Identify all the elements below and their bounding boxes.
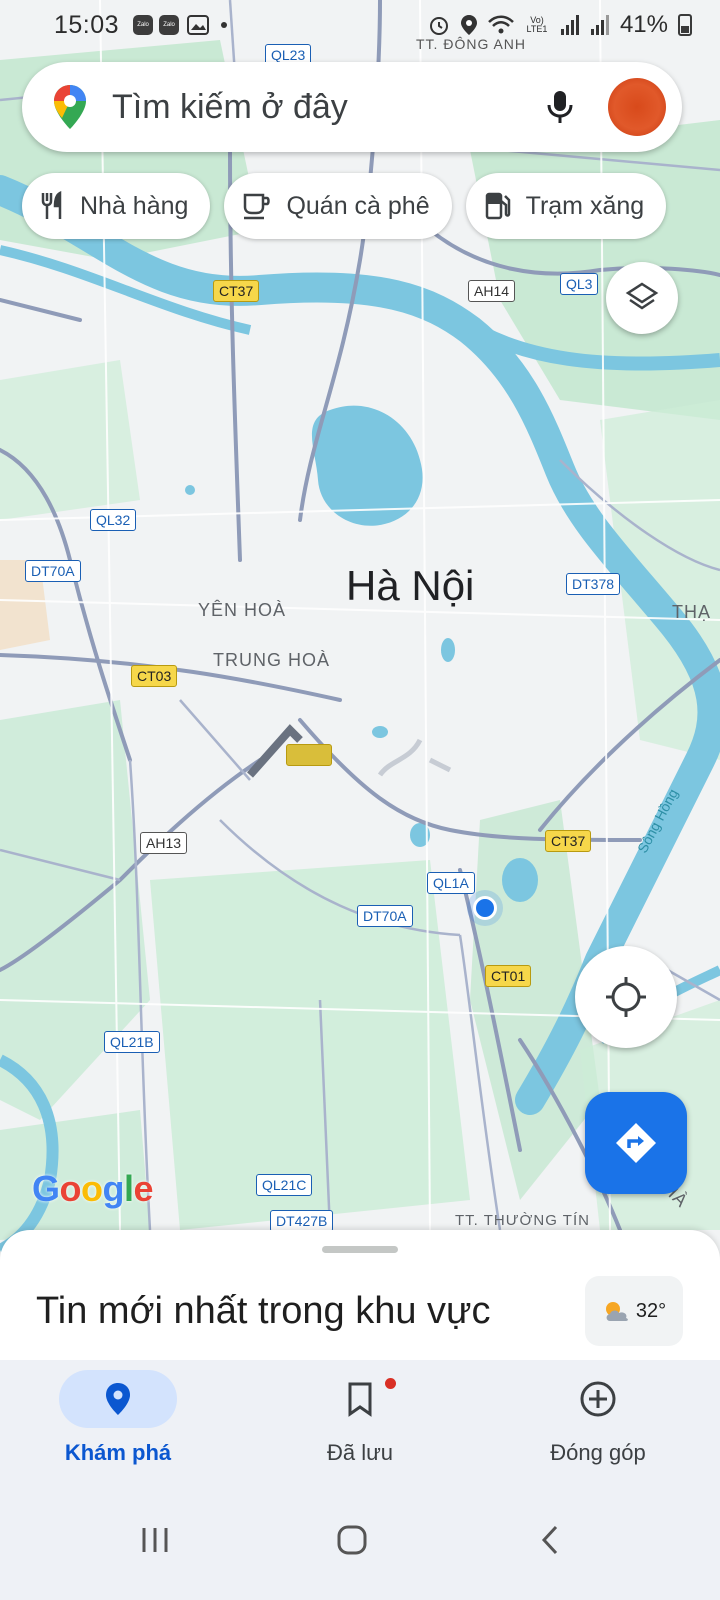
nav-explore-pill: [59, 1370, 177, 1428]
road-shield-ah13: AH13: [140, 832, 188, 854]
nav-saved[interactable]: Đã lưu: [280, 1370, 440, 1466]
map-label-tha: THẠ: [672, 602, 711, 622]
search-bar[interactable]: Tìm kiếm ở đây: [22, 62, 682, 152]
location-status-icon: [460, 15, 477, 35]
map-city-label: Hà Nội: [346, 562, 475, 609]
chip-label: Nhà hàng: [80, 191, 189, 220]
chip-restaurants[interactable]: Nhà hàng: [22, 173, 211, 239]
location-pin-icon: [106, 1383, 130, 1415]
nav-saved-pill: [301, 1370, 419, 1428]
road-shield-dt70a: DT70A: [25, 560, 81, 582]
status-time: 15:03: [54, 10, 120, 39]
road-shield-dt378: DT378: [566, 573, 621, 595]
recent-apps-button[interactable]: [125, 1510, 185, 1570]
sheet-title: Tin mới nhất trong khu vực: [36, 1290, 491, 1332]
google-maps-pin-icon: [54, 85, 86, 129]
battery-icon: [678, 14, 692, 36]
gallery-notification-icon: [187, 15, 210, 35]
chip-label: Trạm xăng: [525, 191, 645, 220]
microphone-icon[interactable]: [540, 87, 580, 127]
sheet-drag-handle[interactable]: [322, 1246, 398, 1253]
category-chips: Nhà hàng Quán cà phê Trạm xăng: [22, 173, 667, 239]
fork-knife-icon: [41, 191, 62, 219]
road-shield-ql3: QL3: [560, 273, 599, 295]
current-location-dot: [473, 896, 497, 920]
chip-label: Quán cà phê: [286, 191, 430, 220]
road-shield-ql1a: QL1A: [427, 872, 475, 894]
alarm-icon: [429, 17, 448, 35]
google-attribution-logo: Google: [32, 1168, 154, 1209]
chip-coffee[interactable]: Quán cà phê: [224, 173, 452, 239]
notification-badge-dot: [385, 1378, 396, 1389]
nav-label: Đã lưu: [326, 1440, 394, 1465]
partly-cloudy-icon: [605, 1302, 628, 1321]
system-navigation-bar: [0, 1480, 720, 1600]
weather-chip[interactable]: 32°: [585, 1276, 683, 1346]
road-shield-ct37: CT37: [213, 280, 260, 302]
weather-temperature: 32°: [635, 1299, 667, 1322]
bookmark-icon: [348, 1382, 372, 1417]
layers-icon: [625, 282, 659, 310]
zalo-notification-icon: Zalo: [159, 15, 180, 35]
map-label-thuong-tin: TT. THƯỜNG TÍN: [455, 1212, 590, 1229]
directions-button[interactable]: [585, 1092, 687, 1194]
wifi-icon: [488, 15, 514, 34]
map-label-trung-hoa: TRUNG HOÀ: [213, 650, 330, 670]
road-shield-dt70a-mid: DT70A: [357, 905, 413, 927]
map-label-yen-hoa: YÊN HOÀ: [198, 600, 287, 620]
back-icon: [541, 1525, 558, 1555]
road-shield-dt427b: DT427B: [270, 1210, 334, 1232]
road-shield-ql21b: QL21B: [104, 1031, 160, 1053]
chip-gas-stations[interactable]: Trạm xăng: [465, 173, 667, 239]
bottom-navigation: Khám phá Đã lưu Đóng góp: [0, 1360, 720, 1480]
add-circle-icon: [580, 1381, 616, 1417]
home-icon: [337, 1525, 367, 1555]
signal-icon-2: [590, 15, 609, 35]
nav-explore[interactable]: Khám phá: [38, 1370, 198, 1466]
road-shield-ct03: CT03: [131, 665, 178, 687]
recent-apps-icon: [142, 1528, 168, 1552]
road-shield-ql32: QL32: [90, 509, 137, 531]
nav-contribute-pill: [539, 1370, 657, 1428]
search-input[interactable]: Tìm kiếm ở đây: [112, 88, 540, 127]
zalo-notification-icon: Zalo: [133, 15, 154, 35]
my-location-button[interactable]: [575, 946, 677, 1048]
directions-icon: [616, 1123, 656, 1163]
more-notifications-dot: [221, 22, 228, 28]
road-shield-ct01: CT01: [485, 965, 532, 987]
road-shield-ct37-right: CT37: [545, 830, 592, 852]
account-avatar[interactable]: [608, 78, 666, 136]
road-shield-ql21c: QL21C: [256, 1174, 313, 1196]
coffee-cup-icon: [244, 193, 271, 220]
nav-label: Khám phá: [64, 1440, 172, 1465]
nav-contribute[interactable]: Đóng góp: [518, 1370, 678, 1466]
status-bar: 15:03 Zalo Zalo Vo) LTE1 41%: [0, 0, 720, 50]
latest-news-sheet[interactable]: Tin mới nhất trong khu vực 32°: [0, 1230, 720, 1360]
network-type: Vo) LTE1: [526, 15, 548, 34]
road-shield-ah14: AH14: [468, 280, 516, 302]
battery-percent: 41%: [619, 11, 668, 38]
crosshair-icon: [606, 977, 646, 1017]
home-button[interactable]: [322, 1510, 382, 1570]
nav-label: Đóng góp: [550, 1440, 646, 1465]
road-shield-redacted: CT00: [286, 744, 333, 766]
back-button[interactable]: [520, 1510, 580, 1570]
layers-button[interactable]: [606, 262, 678, 334]
gas-station-icon: [485, 192, 510, 220]
signal-icon: [560, 15, 579, 35]
